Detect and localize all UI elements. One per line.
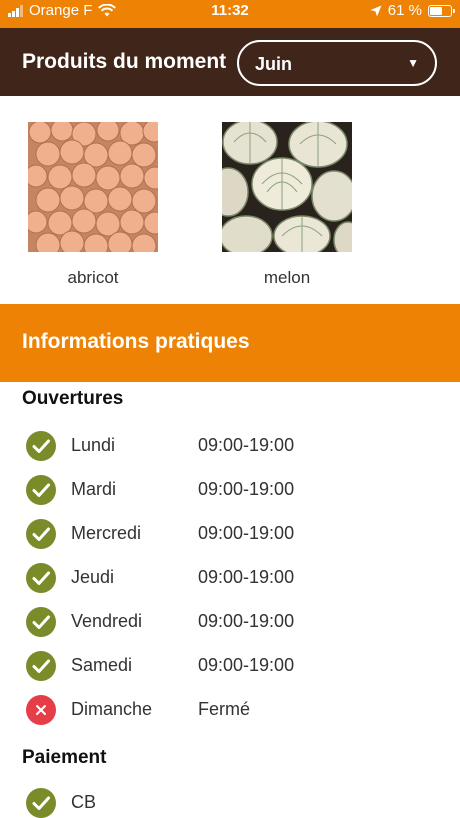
melon-image <box>222 122 352 252</box>
hours-label: 09:00-19:00 <box>198 523 295 543</box>
hours-label: Fermé <box>198 699 251 719</box>
hours-label: 09:00-19:00 <box>198 611 295 631</box>
opening-row: Mercredi 09:00-19:00 <box>26 517 446 551</box>
location-arrow-icon <box>370 5 382 16</box>
hours-label: 09:00-19:00 <box>198 479 295 499</box>
day-label: Mardi <box>71 479 117 499</box>
opening-row: Vendredi 09:00-19:00 <box>26 605 446 639</box>
opening-row: Samedi 09:00-19:00 <box>26 649 446 683</box>
day-label: Lundi <box>71 435 116 455</box>
day-label: Jeudi <box>71 567 115 587</box>
hours-label: 09:00-19:00 <box>198 655 295 675</box>
close-circle-icon <box>26 695 56 725</box>
opening-row: Dimanche Fermé <box>26 693 446 727</box>
abricot-image <box>28 122 158 252</box>
status-bar: Orange F 11:32 61 % <box>0 0 460 28</box>
opening-row: Jeudi 09:00-19:00 <box>26 561 446 595</box>
system-status: 61 % <box>370 2 455 19</box>
hours-label: 09:00-19:00 <box>198 567 295 587</box>
hours-label: 09:00-19:00 <box>198 435 295 455</box>
opening-row: Lundi 09:00-19:00 <box>26 429 446 463</box>
day-label: Samedi <box>71 655 133 675</box>
header: Produits du moment Juin ▼ <box>0 28 460 96</box>
check-circle-icon <box>26 651 56 681</box>
payment-label: CB <box>71 792 97 812</box>
product-name: abricot <box>67 268 119 287</box>
day-label: Mercredi <box>71 523 142 543</box>
battery-icon <box>428 4 455 17</box>
month-select-value: Juin <box>255 54 293 74</box>
check-circle-icon <box>26 475 56 505</box>
dropdown-arrow-icon: ▼ <box>407 56 419 70</box>
product-card-melon[interactable]: melon <box>222 122 352 288</box>
product-card-abricot[interactable]: abricot <box>28 122 158 288</box>
month-select[interactable]: Juin ▼ <box>237 40 437 86</box>
info-banner: Informations pratiques <box>0 304 460 382</box>
battery-percent: 61 % <box>387 2 422 19</box>
payment-row: CB <box>26 786 446 818</box>
check-circle-icon <box>26 563 56 593</box>
info-title: Informations pratiques <box>22 330 250 353</box>
opening-row: Mardi 09:00-19:00 <box>26 473 446 507</box>
openings-title: Ouvertures <box>22 388 124 409</box>
day-label: Vendredi <box>71 611 143 631</box>
check-circle-icon <box>26 788 56 818</box>
check-circle-icon <box>26 607 56 637</box>
payment-title: Paiement <box>22 747 107 768</box>
day-label: Dimanche <box>71 699 153 719</box>
check-circle-icon <box>26 431 56 461</box>
products-list: abricot melon <box>0 96 460 304</box>
check-circle-icon <box>26 519 56 549</box>
page-title: Produits du moment <box>22 50 227 73</box>
product-name: melon <box>263 268 311 287</box>
